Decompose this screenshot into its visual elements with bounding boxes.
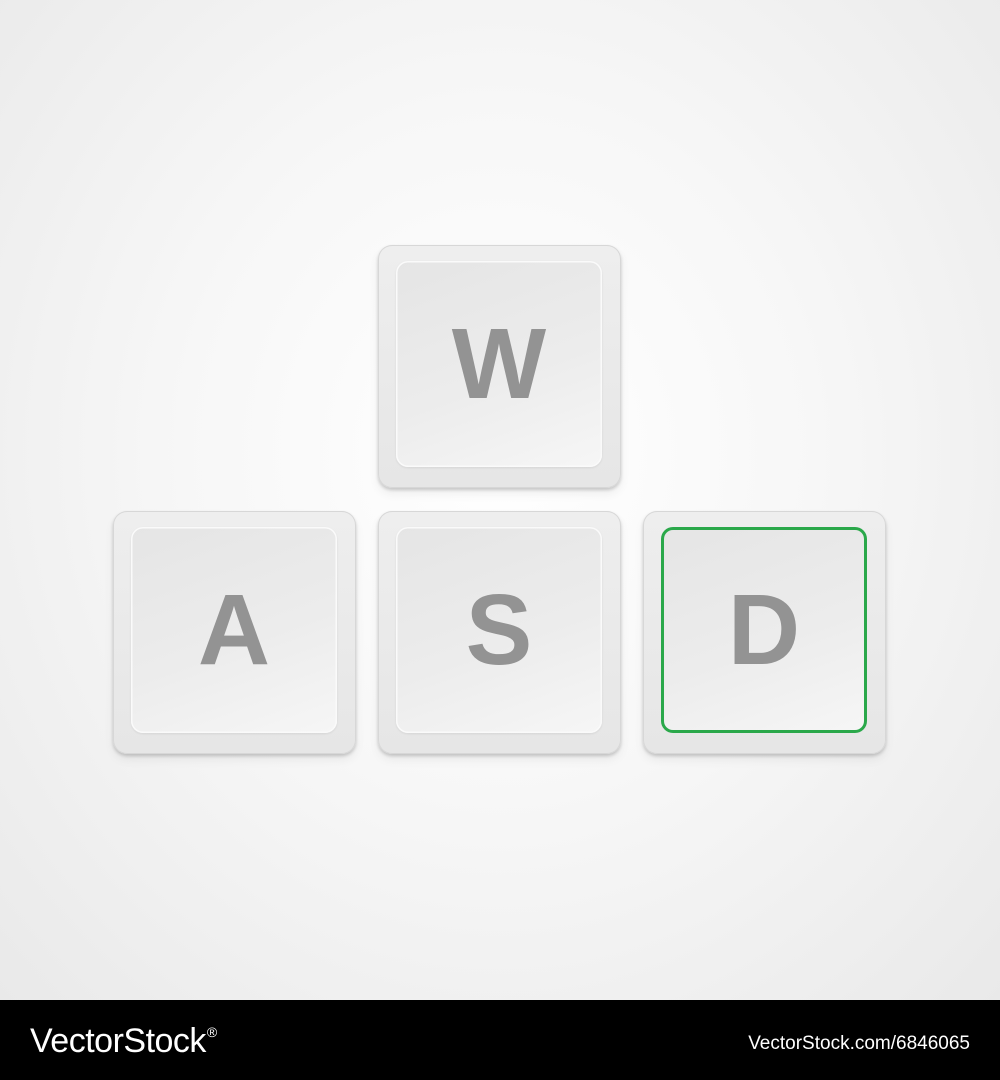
keyboard-illustration: W A S D	[0, 0, 1000, 1000]
key-s-cap: S	[396, 527, 602, 733]
key-w[interactable]: W	[378, 245, 621, 488]
key-d-label: D	[727, 574, 801, 686]
watermark-footer: VectorStock® VectorStock.com/6846065	[0, 1000, 1000, 1080]
key-a-cap: A	[131, 527, 337, 733]
key-w-label: W	[451, 308, 547, 420]
registered-mark: ®	[206, 1024, 217, 1040]
image-id-text: VectorStock.com/6846065	[748, 1033, 970, 1054]
key-s-label: S	[465, 574, 533, 686]
vectorstock-logo: VectorStock®	[30, 1022, 217, 1061]
key-d-cap-selected: D	[661, 527, 867, 733]
key-s[interactable]: S	[378, 511, 621, 754]
key-a-label: A	[197, 574, 271, 686]
brand-text: VectorStock	[30, 1022, 206, 1060]
key-d[interactable]: D	[643, 511, 886, 754]
key-w-cap: W	[396, 261, 602, 467]
key-a[interactable]: A	[113, 511, 356, 754]
